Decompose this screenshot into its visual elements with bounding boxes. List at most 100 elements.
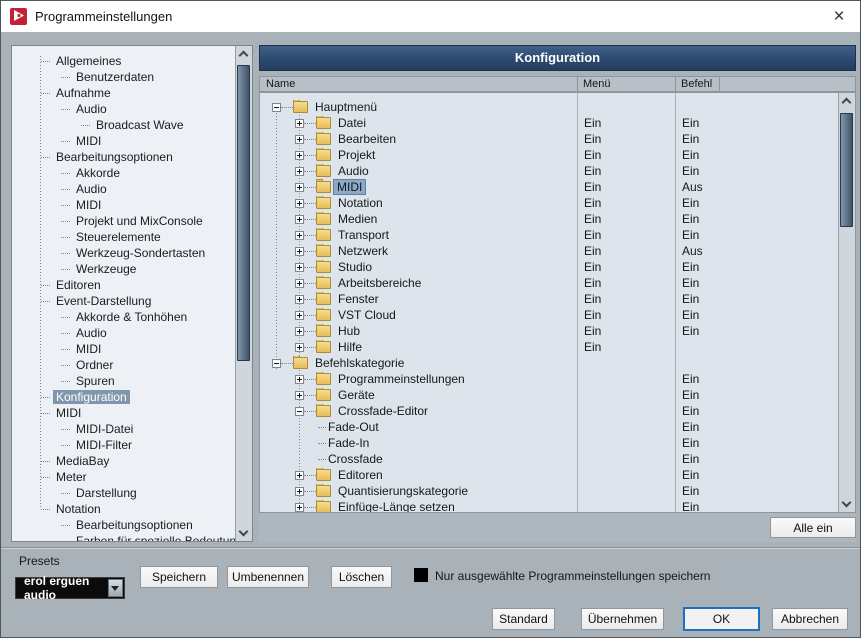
config-row-hilfe[interactable]: HilfeEin bbox=[260, 339, 838, 355]
expand-icon[interactable] bbox=[295, 215, 304, 224]
menu-value[interactable]: Ein bbox=[577, 340, 675, 354]
category-item-midi[interactable]: MIDI bbox=[12, 197, 235, 213]
category-item-akkorde-tonhöhen[interactable]: Akkorde & Tonhöhen bbox=[12, 309, 235, 325]
command-value[interactable]: Ein bbox=[675, 276, 838, 290]
expand-icon[interactable] bbox=[295, 503, 304, 512]
config-row-crossfade-editor[interactable]: Crossfade-EditorEin bbox=[260, 403, 838, 419]
expand-icon[interactable] bbox=[295, 199, 304, 208]
cancel-button[interactable]: Abbrechen bbox=[772, 608, 848, 630]
command-value[interactable]: Ein bbox=[675, 196, 838, 210]
category-item-mediabay[interactable]: MediaBay bbox=[12, 453, 235, 469]
category-item-allgemeines[interactable]: Allgemeines bbox=[12, 53, 235, 69]
category-item-farben-für-spezielle-bedeutungen[interactable]: Farben für spezielle Bedeutungen bbox=[12, 533, 235, 541]
expand-icon[interactable] bbox=[295, 119, 304, 128]
config-row-quantisierungskategorie[interactable]: QuantisierungskategorieEin bbox=[260, 483, 838, 499]
category-item-meter[interactable]: Meter bbox=[12, 469, 235, 485]
category-item-audio[interactable]: Audio bbox=[12, 325, 235, 341]
menu-value[interactable]: Ein bbox=[577, 180, 675, 194]
column-name[interactable]: Name bbox=[266, 78, 295, 91]
command-value[interactable]: Ein bbox=[675, 260, 838, 274]
collapse-icon[interactable] bbox=[272, 103, 281, 112]
category-item-midi-datei[interactable]: MIDI-Datei bbox=[12, 421, 235, 437]
category-item-steuerelemente[interactable]: Steuerelemente bbox=[12, 229, 235, 245]
menu-value[interactable]: Ein bbox=[577, 276, 675, 290]
menu-value[interactable]: Ein bbox=[577, 260, 675, 274]
config-row-hub[interactable]: HubEinEin bbox=[260, 323, 838, 339]
menu-value[interactable]: Ein bbox=[577, 308, 675, 322]
menu-value[interactable]: Ein bbox=[577, 148, 675, 162]
scrollbar-thumb[interactable] bbox=[840, 113, 853, 227]
config-row-transport[interactable]: TransportEinEin bbox=[260, 227, 838, 243]
command-value[interactable]: Aus bbox=[675, 244, 838, 258]
config-row-editoren[interactable]: EditorenEin bbox=[260, 467, 838, 483]
collapse-icon[interactable] bbox=[272, 359, 281, 368]
expand-icon[interactable] bbox=[295, 343, 304, 352]
rename-preset-button[interactable]: Umbenennen bbox=[227, 566, 309, 588]
expand-icon[interactable] bbox=[295, 279, 304, 288]
config-row-netzwerk[interactable]: NetzwerkEinAus bbox=[260, 243, 838, 259]
category-item-akkorde[interactable]: Akkorde bbox=[12, 165, 235, 181]
collapse-icon[interactable] bbox=[295, 407, 304, 416]
config-row-datei[interactable]: DateiEinEin bbox=[260, 115, 838, 131]
category-item-benutzerdaten[interactable]: Benutzerdaten bbox=[12, 69, 235, 85]
config-row-medien[interactable]: MedienEinEin bbox=[260, 211, 838, 227]
config-row-notation[interactable]: NotationEinEin bbox=[260, 195, 838, 211]
menu-value[interactable]: Ein bbox=[577, 212, 675, 226]
chevron-down-icon[interactable] bbox=[108, 579, 123, 597]
config-row-audio[interactable]: AudioEinEin bbox=[260, 163, 838, 179]
expand-icon[interactable] bbox=[295, 167, 304, 176]
column-menu[interactable]: Menü bbox=[583, 78, 611, 91]
category-item-audio[interactable]: Audio bbox=[12, 181, 235, 197]
config-row-fenster[interactable]: FensterEinEin bbox=[260, 291, 838, 307]
expand-icon[interactable] bbox=[295, 263, 304, 272]
expand-icon[interactable] bbox=[295, 135, 304, 144]
scrollbar-thumb[interactable] bbox=[237, 65, 250, 361]
column-command[interactable]: Befehl bbox=[681, 78, 712, 91]
category-item-ordner[interactable]: Ordner bbox=[12, 357, 235, 373]
category-item-werkzeug-sondertasten[interactable]: Werkzeug-Sondertasten bbox=[12, 245, 235, 261]
all-on-button[interactable]: Alle ein bbox=[770, 517, 856, 538]
standard-button[interactable]: Standard bbox=[492, 608, 555, 630]
command-value[interactable]: Ein bbox=[675, 452, 838, 466]
config-row-befehlskategorie[interactable]: Befehlskategorie bbox=[260, 355, 838, 371]
config-row-einfüge-länge-setzen[interactable]: Einfüge-Länge setzenEin bbox=[260, 499, 838, 512]
command-value[interactable]: Ein bbox=[675, 148, 838, 162]
command-value[interactable]: Ein bbox=[675, 436, 838, 450]
command-value[interactable]: Ein bbox=[675, 324, 838, 338]
config-row-fade-out[interactable]: Fade-OutEin bbox=[260, 419, 838, 435]
config-row-arbeitsbereiche[interactable]: ArbeitsbereicheEinEin bbox=[260, 275, 838, 291]
expand-icon[interactable] bbox=[295, 183, 304, 192]
menu-value[interactable]: Ein bbox=[577, 292, 675, 306]
category-item-projekt-und-mixconsole[interactable]: Projekt und MixConsole bbox=[12, 213, 235, 229]
command-value[interactable]: Ein bbox=[675, 484, 838, 498]
menu-value[interactable]: Ein bbox=[577, 116, 675, 130]
config-row-geräte[interactable]: GeräteEin bbox=[260, 387, 838, 403]
preset-select[interactable]: erol erguen audio bbox=[15, 577, 125, 599]
category-item-event-darstellung[interactable]: Event-Darstellung bbox=[12, 293, 235, 309]
delete-preset-button[interactable]: Löschen bbox=[331, 566, 392, 588]
category-item-darstellung[interactable]: Darstellung bbox=[12, 485, 235, 501]
category-item-notation[interactable]: Notation bbox=[12, 501, 235, 517]
menu-value[interactable]: Ein bbox=[577, 132, 675, 146]
command-value[interactable]: Ein bbox=[675, 164, 838, 178]
command-value[interactable]: Aus bbox=[675, 180, 838, 194]
command-value[interactable]: Ein bbox=[675, 388, 838, 402]
config-row-hauptmenü[interactable]: Hauptmenü bbox=[260, 99, 838, 115]
save-selected-checkbox[interactable] bbox=[414, 568, 428, 582]
menu-value[interactable]: Ein bbox=[577, 324, 675, 338]
close-icon[interactable]: × bbox=[824, 4, 854, 29]
command-value[interactable]: Ein bbox=[675, 132, 838, 146]
command-value[interactable]: Ein bbox=[675, 500, 838, 512]
command-value[interactable]: Ein bbox=[675, 468, 838, 482]
config-row-vst-cloud[interactable]: VST CloudEinEin bbox=[260, 307, 838, 323]
category-item-midi-filter[interactable]: MIDI-Filter bbox=[12, 437, 235, 453]
expand-icon[interactable] bbox=[295, 327, 304, 336]
config-row-programmeinstellungen[interactable]: ProgrammeinstellungenEin bbox=[260, 371, 838, 387]
expand-icon[interactable] bbox=[295, 375, 304, 384]
menu-value[interactable]: Ein bbox=[577, 164, 675, 178]
scroll-up-icon[interactable] bbox=[839, 93, 855, 109]
expand-icon[interactable] bbox=[295, 487, 304, 496]
scroll-down-icon[interactable] bbox=[839, 496, 855, 512]
command-value[interactable]: Ein bbox=[675, 212, 838, 226]
category-item-broadcast-wave[interactable]: Broadcast Wave bbox=[12, 117, 235, 133]
